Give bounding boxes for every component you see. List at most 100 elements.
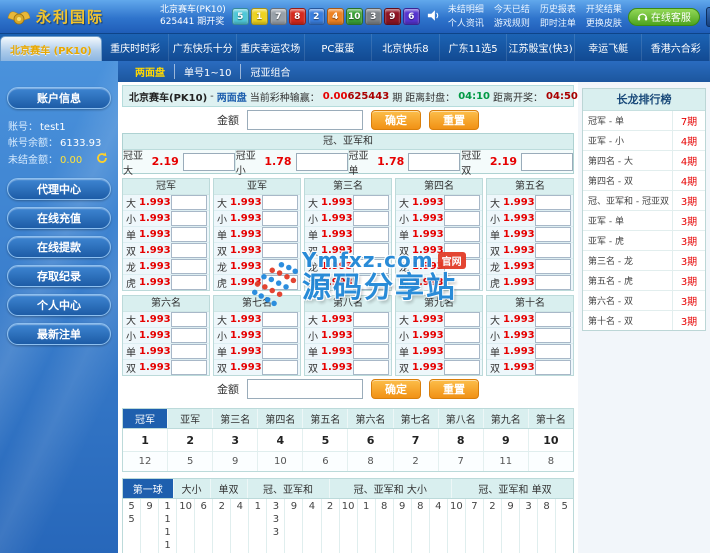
position-number-cell[interactable]: 10: [529, 429, 573, 451]
refresh-icon[interactable]: [96, 152, 108, 170]
bet-amount-mini-input[interactable]: [353, 360, 389, 375]
bet-amount-mini-input[interactable]: [444, 360, 480, 375]
position-number-cell[interactable]: 5: [303, 429, 348, 451]
bet-amount-mini-input[interactable]: [444, 195, 480, 210]
bet-amount-mini-input[interactable]: [262, 360, 298, 375]
position-tab[interactable]: 冠军: [123, 409, 168, 428]
bet-amount-mini-input[interactable]: [353, 195, 389, 210]
position-number-cell[interactable]: 2: [168, 429, 213, 451]
bet-amount-mini-input[interactable]: [262, 312, 298, 327]
bet-amount-mini-input[interactable]: [444, 259, 480, 274]
bet-amount-mini-input[interactable]: [535, 275, 571, 290]
quick-link[interactable]: 未结明细: [448, 3, 484, 17]
bet-amount-mini-input[interactable]: [535, 312, 571, 327]
bet-amount-mini-input[interactable]: [353, 344, 389, 359]
trend-tab[interactable]: 单双: [211, 479, 248, 498]
game-tab[interactable]: 重庆时时彩: [102, 34, 170, 61]
position-number-cell[interactable]: 8: [439, 429, 484, 451]
bet-amount-mini-input[interactable]: [535, 211, 571, 226]
account-info-button[interactable]: 账户信息: [7, 87, 111, 109]
bet-amount-input[interactable]: [296, 153, 348, 171]
game-tab[interactable]: 广东快乐十分: [169, 34, 237, 61]
game-tab[interactable]: PC蛋蛋: [305, 34, 373, 61]
bet-amount-input[interactable]: [183, 153, 235, 171]
bet-amount-mini-input[interactable]: [262, 211, 298, 226]
game-tab[interactable]: 香港六合彩: [642, 34, 710, 61]
bet-amount-mini-input[interactable]: [444, 344, 480, 359]
bet-amount-mini-input[interactable]: [444, 275, 480, 290]
bet-amount-mini-input[interactable]: [353, 328, 389, 343]
position-tab[interactable]: 第四名: [258, 409, 303, 428]
bet-amount-mini-input[interactable]: [535, 328, 571, 343]
position-tab[interactable]: 第六名: [348, 409, 393, 428]
position-number-cell[interactable]: 1: [123, 429, 168, 451]
bet-amount-mini-input[interactable]: [353, 275, 389, 290]
bet-amount-mini-input[interactable]: [262, 275, 298, 290]
trend-tab[interactable]: 冠、亚军和 大小: [330, 479, 453, 498]
bet-amount-mini-input[interactable]: [171, 195, 207, 210]
bet-amount-mini-input[interactable]: [171, 259, 207, 274]
position-tab[interactable]: 第八名: [439, 409, 484, 428]
position-tab[interactable]: 第十名: [529, 409, 573, 428]
bet-amount-mini-input[interactable]: [535, 344, 571, 359]
sidebar-menu-item[interactable]: 存取纪录: [7, 265, 111, 287]
game-tab[interactable]: 广东11选5: [440, 34, 508, 61]
bet-amount-mini-input[interactable]: [262, 243, 298, 258]
position-tab[interactable]: 第九名: [484, 409, 529, 428]
bet-amount-mini-input[interactable]: [444, 328, 480, 343]
position-tab[interactable]: 亚军: [168, 409, 213, 428]
game-tab[interactable]: 江苏骰宝(快3): [507, 34, 575, 61]
position-number-cell[interactable]: 6: [348, 429, 393, 451]
trend-tab[interactable]: 冠、亚军和 单双: [452, 479, 579, 498]
bet-amount-mini-input[interactable]: [353, 259, 389, 274]
bet-amount-mini-input[interactable]: [444, 312, 480, 327]
confirm-button[interactable]: 确定: [371, 110, 421, 130]
game-tab[interactable]: 幸运飞艇: [575, 34, 643, 61]
bet-amount-mini-input[interactable]: [171, 328, 207, 343]
trend-tab[interactable]: 大小: [174, 479, 211, 498]
game-tab[interactable]: 北京快乐8: [372, 34, 440, 61]
bet-amount-mini-input[interactable]: [171, 312, 207, 327]
bet-amount-mini-input[interactable]: [171, 227, 207, 242]
bet-amount-mini-input[interactable]: [535, 195, 571, 210]
sidebar-menu-item[interactable]: 在线提款: [7, 236, 111, 258]
quick-link[interactable]: 个人资讯: [448, 17, 484, 31]
bet-amount-mini-input[interactable]: [262, 227, 298, 242]
bet-amount-mini-input[interactable]: [535, 360, 571, 375]
bet-amount-mini-input[interactable]: [444, 211, 480, 226]
online-service-button[interactable]: 在线客服: [628, 8, 700, 26]
bet-amount-mini-input[interactable]: [171, 275, 207, 290]
bet-amount-mini-input[interactable]: [262, 344, 298, 359]
quick-link[interactable]: 今天已结: [494, 3, 530, 17]
position-number-cell[interactable]: 7: [394, 429, 439, 451]
quick-link[interactable]: 即时注单: [540, 17, 576, 31]
mode-subtab[interactable]: 两面盘: [126, 64, 174, 79]
bet-amount-input[interactable]: [408, 153, 460, 171]
bet-amount-input[interactable]: [521, 153, 573, 171]
confirm-button[interactable]: 确定: [371, 379, 421, 399]
bet-amount-mini-input[interactable]: [171, 243, 207, 258]
game-tab[interactable]: 北京赛车 (PK10): [0, 36, 102, 61]
mode-subtab[interactable]: 单号1~10: [174, 64, 240, 79]
bet-amount-mini-input[interactable]: [262, 195, 298, 210]
bet-amount-mini-input[interactable]: [444, 227, 480, 242]
position-number-cell[interactable]: 3: [213, 429, 258, 451]
position-number-cell[interactable]: 9: [484, 429, 529, 451]
bet-amount-mini-input[interactable]: [353, 227, 389, 242]
bet-amount-mini-input[interactable]: [171, 360, 207, 375]
speaker-icon[interactable]: [427, 9, 441, 25]
quick-link[interactable]: 开奖结果: [586, 3, 622, 17]
position-number-cell[interactable]: 4: [258, 429, 303, 451]
quick-link[interactable]: 游戏规则: [494, 17, 530, 31]
sidebar-menu-item[interactable]: 代理中心: [7, 178, 111, 200]
bet-amount-mini-input[interactable]: [171, 344, 207, 359]
bet-amount-mini-input[interactable]: [535, 243, 571, 258]
position-tab[interactable]: 第三名: [213, 409, 258, 428]
bet-amount-mini-input[interactable]: [262, 259, 298, 274]
position-tab[interactable]: 第五名: [303, 409, 348, 428]
amount-input[interactable]: [247, 110, 363, 130]
quick-link[interactable]: 更换皮肤: [586, 17, 622, 31]
game-tab[interactable]: 重庆幸运农场: [237, 34, 305, 61]
mode-subtab[interactable]: 冠亚组合: [240, 64, 299, 79]
reset-button[interactable]: 重置: [429, 379, 479, 399]
